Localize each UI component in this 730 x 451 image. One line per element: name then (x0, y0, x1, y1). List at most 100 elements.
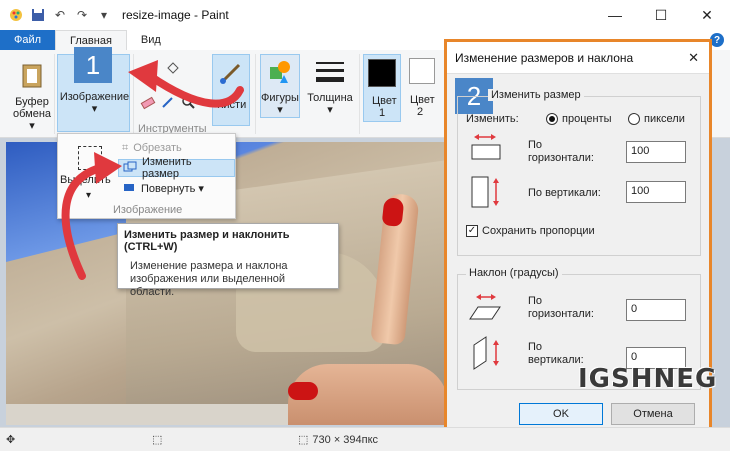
color1-button[interactable]: Цвет 1 (363, 54, 401, 122)
brush-icon (220, 63, 241, 84)
selection-size-icon: ⬚ (152, 434, 163, 446)
radio-pixels[interactable]: пиксели (628, 113, 685, 125)
ribbon-separator (133, 54, 134, 134)
ribbon-separator (359, 54, 360, 134)
shapes-dropdown-icon: ▾ (277, 104, 283, 116)
brushes-label: Кисти (217, 99, 247, 111)
color2-label-2: 2 (417, 106, 424, 118)
photo-shelf (6, 404, 306, 425)
image-dropdown-icon: ▾ (91, 103, 98, 115)
radio-percent-label: проценты (562, 113, 612, 125)
skew-group-label: Наклон (градусы) (466, 267, 562, 279)
keep-ratio-check-icon: ✓ (466, 225, 478, 237)
dialog-title: Изменение размеров и наклона (447, 42, 709, 74)
keep-ratio-checkbox[interactable]: ✓ Сохранить пропорции (466, 225, 595, 237)
resize-group: Изменить размер Изменить: проценты пиксе… (457, 89, 701, 256)
thickness-button[interactable]: Толщина ▾ (305, 56, 355, 116)
resize-label: Изменить размер (142, 156, 192, 180)
close-button[interactable]: ✕ (684, 0, 730, 30)
magnifier-icon[interactable] (180, 94, 196, 110)
rotate-label: Повернуть ▾ (141, 182, 204, 195)
clipboard-button[interactable]: Буфер обмена ▾ (10, 60, 54, 132)
undo-icon[interactable]: ↶ (52, 7, 68, 23)
tab-view[interactable]: Вид (127, 30, 175, 50)
tooltip-line-1: Изменение размера и наклона (130, 260, 288, 272)
change-by-label: Изменить: (466, 113, 519, 125)
resize-horizontal-input[interactable]: 100 (626, 141, 686, 163)
status-bar: ✥ ⬚ ⬚ 730 × 394пкс (0, 427, 730, 451)
image-dropdown-menu: Выделить ▾ ⌗ Обрезать Изменить размер По… (57, 133, 236, 219)
keep-ratio-label: Сохранить пропорции (482, 225, 595, 237)
cancel-button[interactable]: Отмена (611, 403, 695, 425)
radio-percent-dot (546, 113, 558, 125)
resize-tooltip: Изменить размер и наклонить (CTRL+W) Изм… (117, 223, 339, 298)
rotate-icon (122, 181, 136, 196)
redo-icon[interactable]: ↷ (74, 7, 90, 23)
clipboard-label-1: Буфер (15, 96, 49, 108)
horizontal-skew-icon (469, 294, 501, 320)
resize-horizontal-label-1: По (528, 139, 543, 151)
ok-button[interactable]: OK (519, 403, 603, 425)
minimize-button[interactable]: — (592, 0, 638, 30)
radio-pixels-dot (628, 113, 640, 125)
select-dropdown-icon[interactable]: ▾ (86, 190, 91, 201)
color1-swatch (368, 59, 396, 87)
tooltip-line-2: изображения или выделенной (130, 273, 286, 285)
select-rect-icon[interactable] (78, 146, 102, 170)
photo-nail (381, 197, 405, 227)
step-1-badge: 1 (74, 47, 112, 83)
window-title: resize-image - Paint (122, 8, 229, 22)
customize-toolbar-icon[interactable]: ▾ (96, 7, 112, 23)
color2-swatch[interactable] (409, 58, 435, 84)
brushes-button[interactable]: Кисти (212, 54, 250, 126)
image-label: Изображение (59, 91, 130, 103)
color1-label-2: 1 (379, 107, 386, 119)
radio-percent[interactable]: проценты (546, 113, 612, 125)
image-size-value: 730 × 394пкс (312, 433, 379, 446)
fill-icon[interactable] (165, 60, 181, 76)
vertical-resize-icon (471, 176, 499, 208)
tab-file[interactable]: Файл (0, 30, 56, 50)
paint-app-icon (8, 7, 24, 23)
skew-vertical-label-1: По (528, 341, 543, 353)
skew-horizontal-label-2: горизонтали: (528, 308, 594, 320)
help-icon[interactable]: ? (710, 33, 724, 47)
clipboard-label-2: обмена ▾ (12, 108, 52, 132)
skew-horizontal-input[interactable]: 0 (626, 299, 686, 321)
thickness-dropdown-icon: ▾ (327, 104, 333, 116)
resize-menu-item[interactable]: Изменить размер (118, 156, 235, 180)
save-icon[interactable] (30, 7, 46, 23)
image-size-icon: ⬚ (298, 434, 309, 446)
color-picker-icon[interactable] (160, 94, 176, 110)
thickness-icon (316, 62, 344, 82)
crop-icon: ⌗ (122, 141, 129, 154)
watermark-logo: IGSHNEG (578, 364, 718, 394)
crop-label: Обрезать (133, 142, 182, 154)
cursor-position-icon: ✥ (6, 434, 16, 446)
tooltip-title: Изменить размер и наклонить (CTRL+W) (124, 229, 290, 253)
radio-pixels-label: пиксели (644, 113, 685, 125)
eraser-icon[interactable] (140, 94, 156, 110)
image-group-label: Изображение (113, 204, 183, 216)
color2-label-1: Цвет (410, 94, 435, 106)
resize-group-label: Изменить размер (488, 89, 584, 101)
crop-menu-item: ⌗ Обрезать (118, 139, 186, 157)
thickness-label: Толщина (307, 92, 353, 104)
color1-label-1: Цвет (372, 95, 397, 107)
skew-vertical-label-2: вертикали: (528, 354, 584, 366)
skew-horizontal-label-1: По (528, 295, 543, 307)
shapes-label: Фигуры (261, 92, 299, 104)
dialog-close-icon[interactable]: ✕ (688, 50, 699, 66)
resize-vertical-label: По вертикали: (528, 187, 601, 199)
maximize-button[interactable]: ☐ (638, 0, 684, 30)
vertical-skew-icon (473, 336, 499, 370)
horizontal-resize-icon (471, 134, 501, 160)
select-label[interactable]: Выделить (60, 174, 111, 186)
tooltip-line-3: области. (130, 286, 175, 298)
rotate-menu-item[interactable]: Повернуть ▾ (118, 179, 208, 197)
title-bar: ↶ ↷ ▾ resize-image - Paint — ☐ ✕ (0, 0, 730, 30)
resize-vertical-input[interactable]: 100 (626, 181, 686, 203)
image-size-readout: ⬚ 730 × 394пкс (298, 433, 379, 447)
clipboard-icon (22, 64, 42, 88)
resize-icon (123, 161, 137, 176)
